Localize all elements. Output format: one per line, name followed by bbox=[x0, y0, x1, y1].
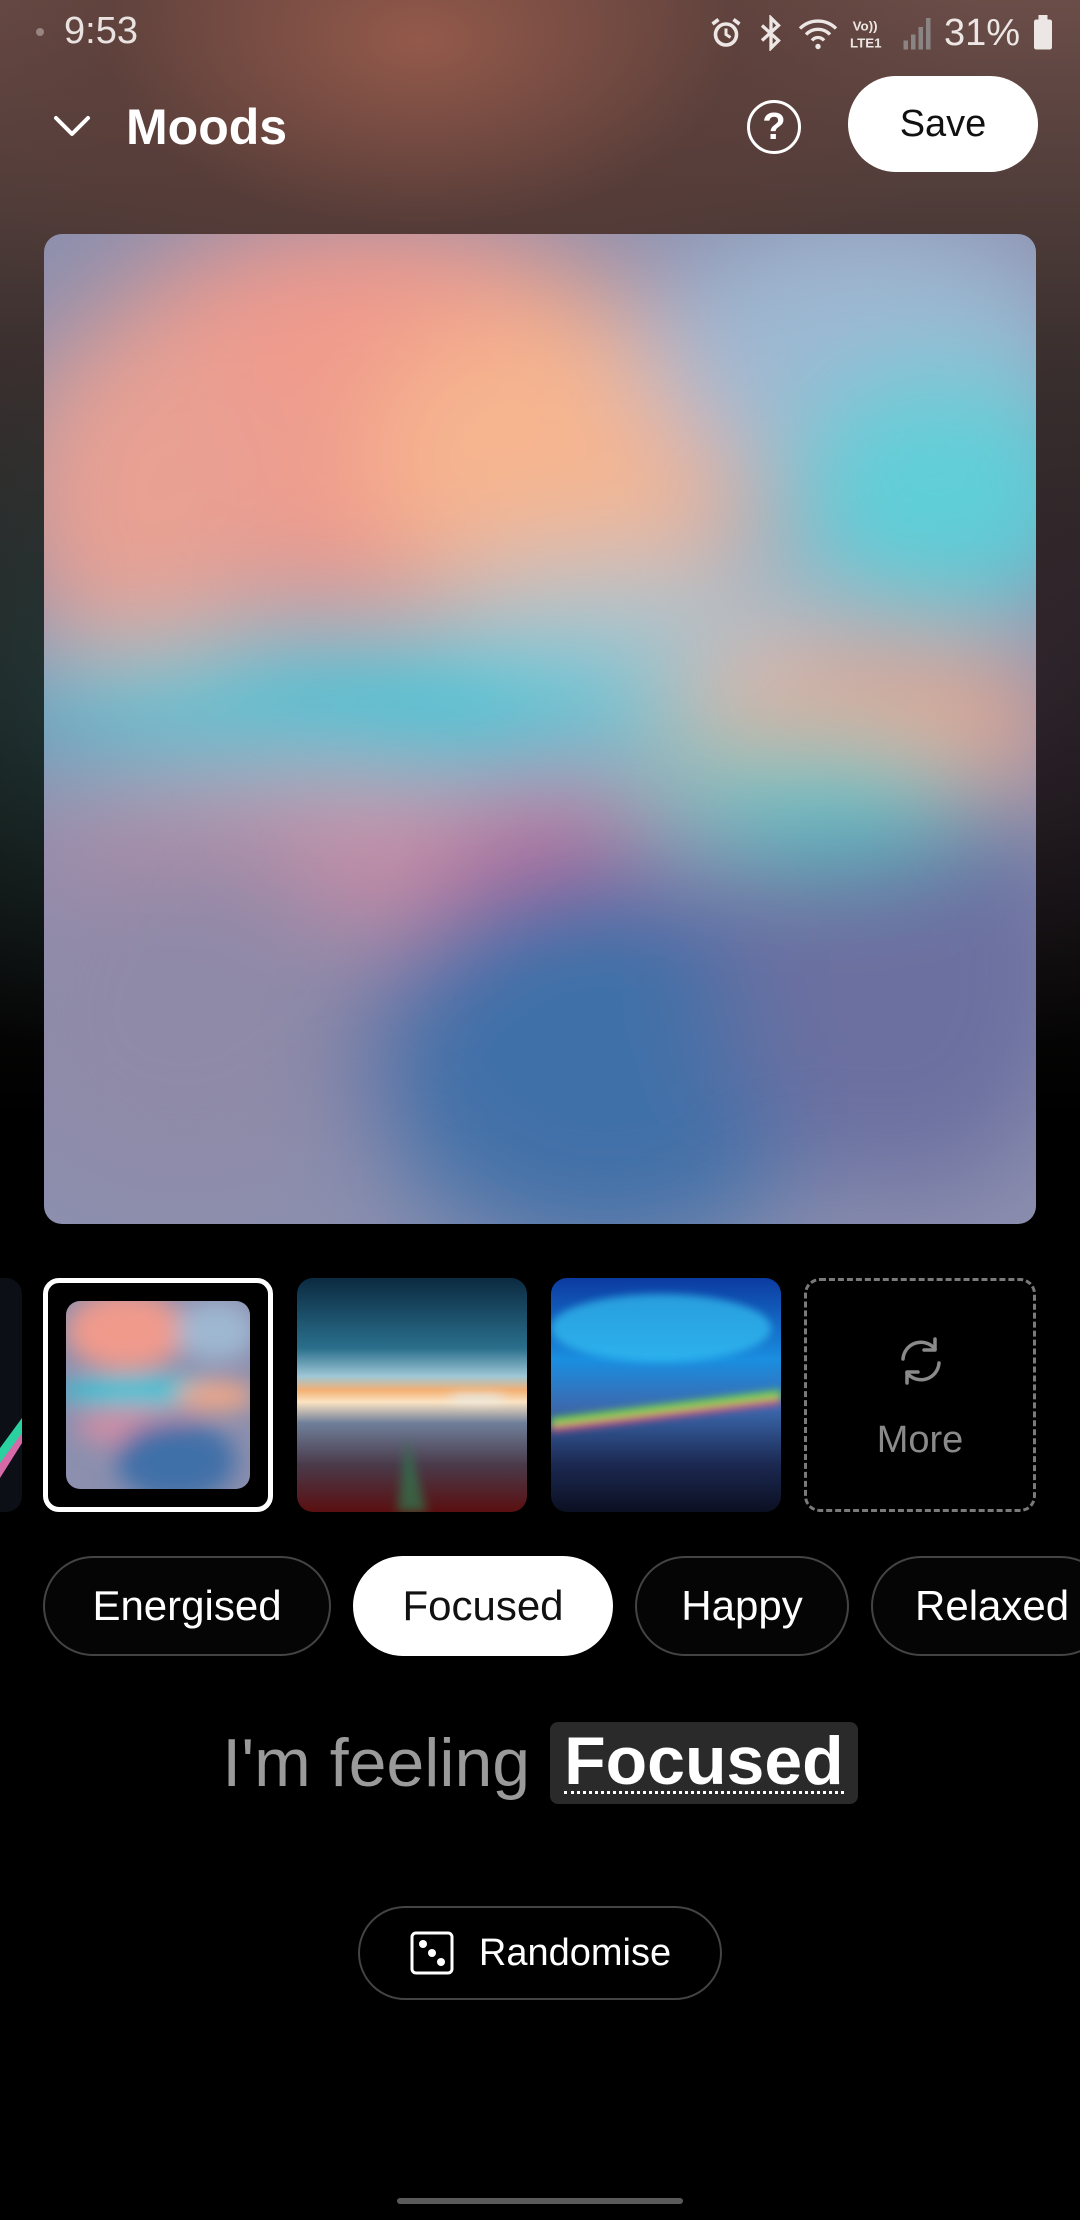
volte-icon: Vo)) LTE1 bbox=[850, 18, 882, 51]
thumbnail-partial[interactable] bbox=[0, 1278, 22, 1512]
status-icons: Vo)) LTE1 31% bbox=[708, 10, 1054, 56]
chip-energised[interactable]: Energised bbox=[43, 1556, 331, 1656]
chip-happy[interactable]: Happy bbox=[635, 1556, 849, 1656]
feeling-lead: I'm feeling bbox=[222, 1725, 531, 1801]
home-indicator[interactable] bbox=[397, 2198, 683, 2204]
thumbnail-blue-horizon[interactable] bbox=[551, 1278, 781, 1512]
mood-chips: Energised Focused Happy Relaxed bbox=[0, 1556, 1080, 1658]
wifi-icon bbox=[798, 19, 838, 50]
battery-percent: 31% bbox=[943, 11, 1020, 54]
status-bar: 9:53 Vo)) LTE1 31% bbox=[0, 0, 1080, 66]
preview-image bbox=[44, 234, 1036, 1224]
status-time: 9:53 bbox=[64, 10, 138, 52]
bluetooth-icon bbox=[760, 15, 781, 51]
page-title: Moods bbox=[126, 99, 288, 155]
notification-dot bbox=[36, 28, 44, 36]
alarm-icon bbox=[711, 18, 741, 47]
chip-relaxed[interactable]: Relaxed bbox=[871, 1556, 1080, 1656]
chip-focused[interactable]: Focused bbox=[353, 1556, 613, 1656]
help-icon: ? bbox=[762, 105, 786, 148]
svg-text:LTE1: LTE1 bbox=[850, 36, 882, 51]
thumbnail-sunset[interactable] bbox=[297, 1278, 527, 1512]
randomise-button[interactable]: Randomise bbox=[358, 1906, 722, 2000]
refresh-icon bbox=[901, 1337, 941, 1385]
save-button[interactable]: Save bbox=[848, 76, 1038, 172]
svg-text:Vo)): Vo)) bbox=[853, 18, 878, 33]
feeling-mood[interactable]: Focused bbox=[550, 1722, 858, 1804]
thumbnail-selected[interactable] bbox=[43, 1278, 273, 1512]
signal-icon bbox=[903, 18, 931, 50]
dice-icon bbox=[410, 1931, 454, 1975]
more-wallpapers-button[interactable]: More bbox=[804, 1278, 1036, 1512]
more-label: More bbox=[876, 1419, 964, 1461]
randomise-label: Randomise bbox=[478, 1931, 672, 1974]
feeling-statement: I'm feeling Focused bbox=[0, 1722, 1080, 1812]
battery-icon bbox=[1034, 15, 1052, 50]
help-button[interactable]: ? bbox=[747, 100, 801, 154]
chevron-down-icon[interactable] bbox=[50, 106, 94, 146]
header: Moods ? Save bbox=[0, 76, 1080, 176]
wallpaper-preview bbox=[44, 234, 1036, 1224]
wallpaper-thumbnails: More bbox=[0, 1278, 1080, 1514]
